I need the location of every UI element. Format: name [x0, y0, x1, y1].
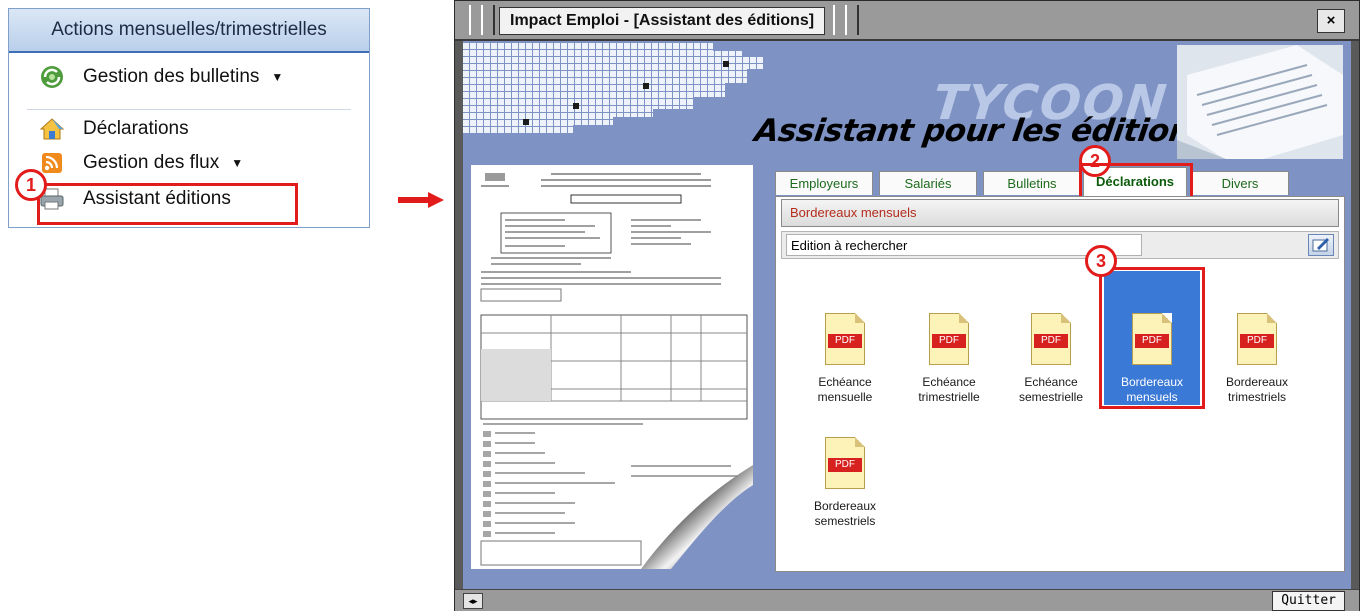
- menu-item-declarations[interactable]: Déclarations: [39, 117, 189, 141]
- status-icon[interactable]: ◂▸: [463, 593, 483, 609]
- pdf-file-icon: PDF: [825, 313, 865, 365]
- pdf-file-icon: PDF: [929, 313, 969, 365]
- menu-divider: [27, 109, 351, 110]
- section-header: Bordereaux mensuels: [781, 199, 1339, 227]
- rss-feed-icon: [39, 151, 65, 175]
- menu-item-label: Gestion des flux: [83, 152, 220, 173]
- document-label: Bordereaux semestriels: [813, 499, 877, 528]
- menu-item-gestion-bulletins[interactable]: Gestion des bulletins ▼: [39, 65, 283, 89]
- quit-button[interactable]: Quitter: [1272, 591, 1345, 611]
- menu-item-gestion-flux[interactable]: Gestion des flux ▼: [39, 151, 243, 175]
- document-item-bordereaux-trimestriels[interactable]: PDF Bordereaux trimestriels: [1209, 313, 1305, 405]
- banner-title: Assistant pour les éditions: [752, 113, 1212, 149]
- window-client-area: TYCOON Assistant pour les éditions Emplo…: [463, 41, 1351, 589]
- document-label: Echéance semestrielle: [1018, 375, 1084, 404]
- edit-document-icon: [1312, 238, 1329, 252]
- tab-salaries[interactable]: Salariés: [879, 171, 977, 195]
- documents-photo: [1177, 45, 1343, 159]
- highlight-box-step-1: [37, 183, 298, 225]
- titlebar-grip: [481, 5, 495, 35]
- tab-strip: Employeurs Salariés Bulletins Déclaratio…: [775, 167, 1345, 197]
- pdf-file-icon: PDF: [1237, 313, 1277, 365]
- status-bar: ◂▸ Quitter: [455, 589, 1359, 611]
- tab-pane-declarations: Bordereaux mensuels Edition à rechercher…: [775, 196, 1345, 572]
- tab-bulletins[interactable]: Bulletins: [983, 171, 1081, 195]
- tab-employeurs[interactable]: Employeurs: [775, 171, 873, 195]
- chevron-down-icon: ▼: [231, 156, 244, 170]
- menu-item-label: Déclarations: [83, 118, 189, 139]
- arrow-right-icon: [398, 192, 444, 208]
- window-titlebar[interactable]: Impact Emploi - [Assistant des éditions]…: [455, 1, 1359, 41]
- actions-menu-panel: Actions mensuelles/trimestrielles Gestio…: [8, 8, 370, 228]
- document-item-echeance-semestrielle[interactable]: PDF Echéance semestrielle: [1003, 313, 1099, 405]
- document-preview: [471, 165, 753, 569]
- menu-item-label: Gestion des bulletins: [83, 66, 260, 87]
- highlight-box-step-3: [1099, 267, 1205, 409]
- house-icon: [39, 117, 65, 141]
- document-list: PDF Echéance mensuelle PDF Echéance trim…: [781, 261, 1339, 567]
- pdf-file-icon: PDF: [825, 437, 865, 489]
- close-button[interactable]: ×: [1317, 9, 1345, 33]
- mosaic-decoration: [463, 43, 763, 133]
- recycle-icon: [39, 65, 65, 89]
- search-toolbar: Edition à rechercher: [781, 231, 1339, 259]
- search-button[interactable]: [1308, 234, 1334, 256]
- banner: TYCOON Assistant pour les éditions: [463, 41, 1351, 159]
- menu-header: Actions mensuelles/trimestrielles: [9, 9, 369, 53]
- window-title: Impact Emploi - [Assistant des éditions]: [499, 7, 826, 35]
- titlebar-grip: [845, 5, 859, 35]
- document-item-bordereaux-semestriels[interactable]: PDF Bordereaux semestriels: [797, 437, 893, 529]
- chevron-down-icon: ▼: [271, 70, 284, 84]
- document-label: Echéance trimestrielle: [918, 375, 980, 404]
- document-item-echeance-mensuelle[interactable]: PDF Echéance mensuelle: [797, 313, 893, 405]
- step-callout-1: 1: [15, 169, 47, 201]
- step-callout-3: 3: [1085, 245, 1117, 277]
- document-item-echeance-trimestrielle[interactable]: PDF Echéance trimestrielle: [901, 313, 997, 405]
- assistant-window: Impact Emploi - [Assistant des éditions]…: [454, 0, 1360, 611]
- tab-divers[interactable]: Divers: [1191, 171, 1289, 195]
- document-label: Bordereaux trimestriels: [1225, 375, 1289, 404]
- document-label: Echéance mensuelle: [817, 375, 873, 404]
- pdf-file-icon: PDF: [1031, 313, 1071, 365]
